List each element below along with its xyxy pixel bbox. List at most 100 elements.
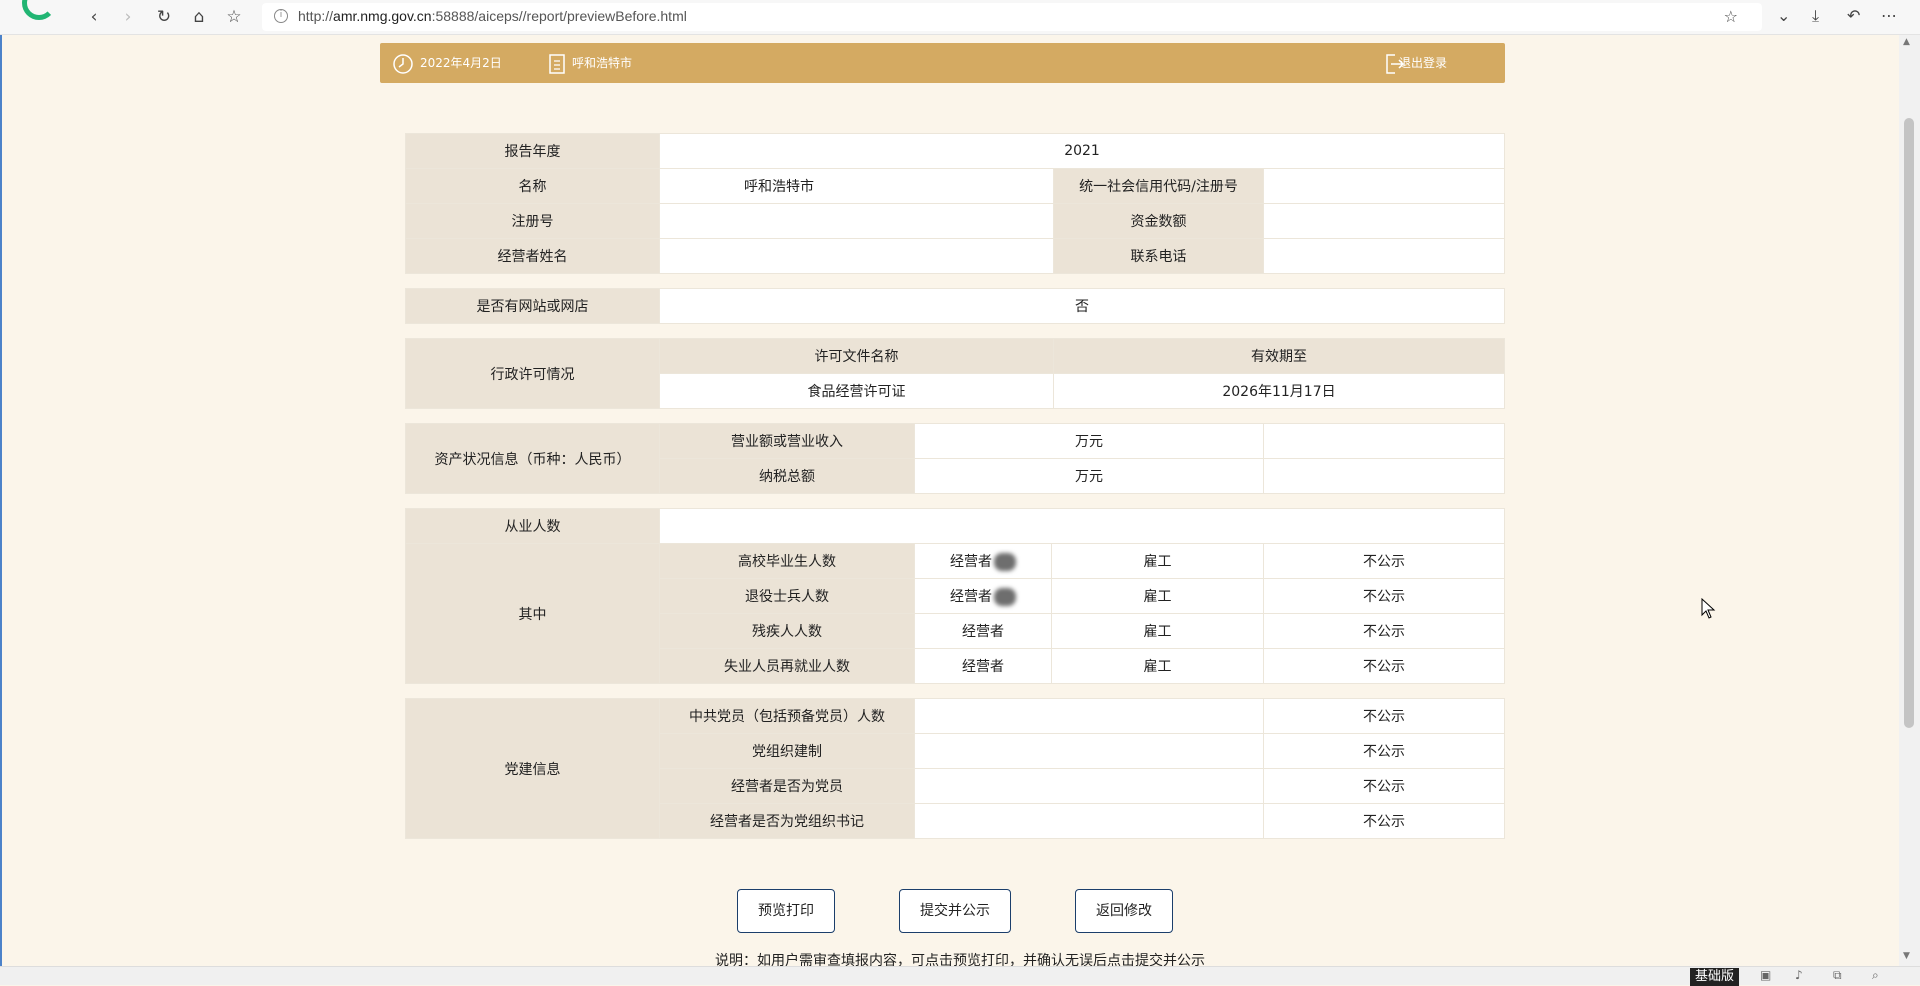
zoom-icon[interactable]: ⌕ [1872,968,1879,983]
table-row: 注册号 资金数额 [405,203,1506,239]
party-row-label: 经营者是否为党员 [659,768,915,804]
vertical-scrollbar[interactable]: ▲ ▼ [1899,35,1920,966]
table-row: 经营者姓名 联系电话 [405,238,1506,274]
year-value: 2021 [658,133,1506,169]
license-name-header: 许可文件名称 [659,338,1054,374]
revenue-label: 营业额或营业收入 [659,423,915,459]
scroll-down-icon[interactable]: ▼ [1903,951,1910,961]
license-name-value: 食品经营许可证 [659,373,1054,409]
party-row-value [914,698,1264,734]
employee-row-employee: 雇工 [1051,648,1264,684]
region-text: 呼和浩特市 [572,56,633,70]
table-row: 行政许可情况 许可文件名称 有效期至 [405,338,1505,409]
header-region: 呼和浩特市 [548,43,632,83]
party-row-label: 经营者是否为党组织书记 [659,803,915,839]
phone-label: 联系电话 [1053,238,1264,274]
assets-section-label: 资产状况信息（币种：人民币） [405,423,660,494]
reload-icon[interactable]: ↻ [153,6,175,28]
employee-row-label: 失业人员再就业人数 [659,648,915,684]
phone-value [1262,238,1506,274]
party-row-label: 中共党员（包括预备党员）人数 [659,698,915,734]
browser-toolbar: ‹ › ↻ ⌂ ☆ i http://amr.nmg.gov.cn:58888/… [0,0,1920,35]
employee-row-label: 高校毕业生人数 [659,543,915,579]
website-table: 是否有网站或网店 否 [405,288,1505,324]
lock-icon[interactable]: ▣ [1760,968,1771,982]
operator-value [659,238,1054,274]
home-icon[interactable]: ⌂ [188,6,210,28]
website-value: 否 [659,288,1505,324]
employee-row-operator: 经营者 [914,648,1052,684]
employee-row-status: 不公示 [1263,613,1505,649]
mouse-cursor-icon [1701,598,1716,619]
website-label: 是否有网站或网店 [405,288,660,324]
scroll-thumb[interactable] [1904,118,1914,728]
bookmark-icon[interactable]: ☆ [223,6,245,28]
capital-value [1262,203,1506,239]
logout-link[interactable]: 退出登录 [1385,43,1447,83]
preview-print-button[interactable]: 预览打印 [737,889,835,933]
party-row-status: 不公示 [1263,768,1505,804]
browser-logo-icon [22,0,56,20]
table-row: 报告年度 2021 [405,133,1506,169]
among-label: 其中 [405,543,660,684]
scroll-up-icon[interactable]: ▲ [1903,37,1910,47]
credit-code-value [1262,168,1506,204]
date-text: 2022年4月2日 [420,56,502,70]
table-row: 名称 呼和浩特市 统一社会信用代码/注册号 [405,168,1506,204]
license-valid-value: 2026年11月17日 [1053,373,1505,409]
building-icon [549,53,565,74]
tax-label: 纳税总额 [659,458,915,494]
operator-label: 经营者姓名 [405,238,660,274]
tax-extra [1263,458,1505,494]
instruction-note: 说明：如用户需审查填报内容，可点击预览打印，并确认无误后点击提交并公示 [715,953,1205,966]
url-text[interactable]: http://amr.nmg.gov.cn:58888/aiceps//repo… [298,8,687,24]
year-label: 报告年度 [405,133,660,169]
address-bar[interactable]: i http://amr.nmg.gov.cn:58888/aiceps//re… [262,3,1762,31]
forward-icon[interactable]: › [117,6,139,28]
edition-badge[interactable]: 基础版 [1690,968,1740,986]
submit-publish-button[interactable]: 提交并公示 [899,889,1011,933]
star-icon[interactable]: ☆ [1724,7,1738,26]
header-date: 2022年4月2日 [392,43,502,83]
more-icon[interactable]: ⋯ [1881,6,1897,25]
speaker-icon[interactable]: ♪ [1795,968,1803,982]
table-row: 资产状况信息（币种：人民币） 营业额或营业收入 万元 [405,423,1505,494]
revenue-extra [1263,423,1505,459]
employee-row-employee: 雇工 [1051,613,1264,649]
employees-table: 从业人数 其中 高校毕业生人数 经营者 雇工 不公示 退役士兵人数 经营者 雇工… [405,508,1505,684]
employee-row-operator: 经营者 [914,578,1052,614]
employee-row-employee: 雇工 [1051,543,1264,579]
party-table: 党建信息 中共党员（包括预备党员）人数 不公示 党组织建制 不公示 经营者是否为… [405,698,1505,839]
employee-row-status: 不公示 [1263,648,1505,684]
party-row-status: 不公示 [1263,803,1505,839]
reg-no-value [659,203,1054,239]
license-section-label: 行政许可情况 [405,338,660,409]
redacted-mark [994,588,1016,606]
capital-label: 资金数额 [1053,203,1264,239]
party-row-value [914,768,1264,804]
download-icon[interactable]: ⤓ [1812,6,1819,26]
report-preview: 报告年度 2021 名称 呼和浩特市 统一社会信用代码/注册号 注册号 资金数额… [405,133,1506,853]
employees-label: 从业人数 [405,508,660,544]
window-edge [0,35,2,966]
employee-row-status: 不公示 [1263,578,1505,614]
window-icon[interactable]: ⧉ [1833,968,1842,983]
back-icon[interactable]: ‹ [83,6,105,28]
party-row-status: 不公示 [1263,733,1505,769]
clock-icon [393,53,413,74]
chevron-down-icon[interactable]: ⌄ [1777,6,1790,25]
name-label: 名称 [405,168,660,204]
basic-info-table: 报告年度 2021 名称 呼和浩特市 统一社会信用代码/注册号 注册号 资金数额… [405,133,1506,274]
license-table: 行政许可情况 许可文件名称 有效期至 食品经营许可证 2026年11月17日 [405,338,1505,409]
employee-row-employee: 雇工 [1051,578,1264,614]
back-edit-button[interactable]: 返回修改 [1075,889,1173,933]
employee-row-label: 退役士兵人数 [659,578,915,614]
party-row-value [914,803,1264,839]
info-icon[interactable]: i [274,9,288,23]
logout-label: 退出登录 [1399,56,1448,70]
tax-unit: 万元 [914,458,1264,494]
table-row: 党建信息 中共党员（包括预备党员）人数 不公示 [405,698,1505,839]
party-section-label: 党建信息 [405,698,660,839]
table-row: 其中 高校毕业生人数 经营者 雇工 不公示 [405,543,1505,684]
undo-icon[interactable]: ↶ [1847,6,1860,25]
